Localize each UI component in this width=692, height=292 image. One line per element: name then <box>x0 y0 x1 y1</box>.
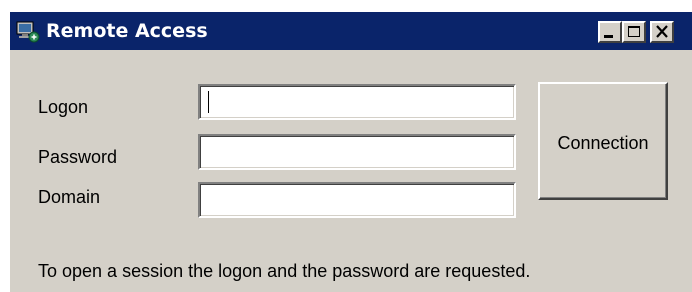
remote-access-computer-icon <box>16 21 40 43</box>
domain-input[interactable] <box>202 186 518 214</box>
window-title: Remote Access <box>46 20 208 42</box>
maximize-button[interactable] <box>622 21 646 43</box>
password-input[interactable] <box>202 138 518 166</box>
domain-field[interactable] <box>198 182 518 218</box>
title-bar[interactable]: Remote Access <box>10 12 692 50</box>
connection-button[interactable]: Connection <box>538 82 668 200</box>
remote-access-window: Remote Access Logon Password Domain Conn… <box>8 10 692 292</box>
logon-label: Logon <box>38 97 89 117</box>
logon-field[interactable] <box>198 84 518 120</box>
password-label: Password <box>38 147 118 167</box>
minimize-button[interactable] <box>598 21 622 43</box>
text-caret <box>208 91 209 113</box>
close-button[interactable] <box>650 21 674 43</box>
password-field[interactable] <box>198 134 518 170</box>
logon-input[interactable] <box>202 88 518 116</box>
connection-button-label: Connection <box>557 133 649 153</box>
info-text: To open a session the logon and the pass… <box>38 261 531 281</box>
domain-label: Domain <box>38 187 101 207</box>
